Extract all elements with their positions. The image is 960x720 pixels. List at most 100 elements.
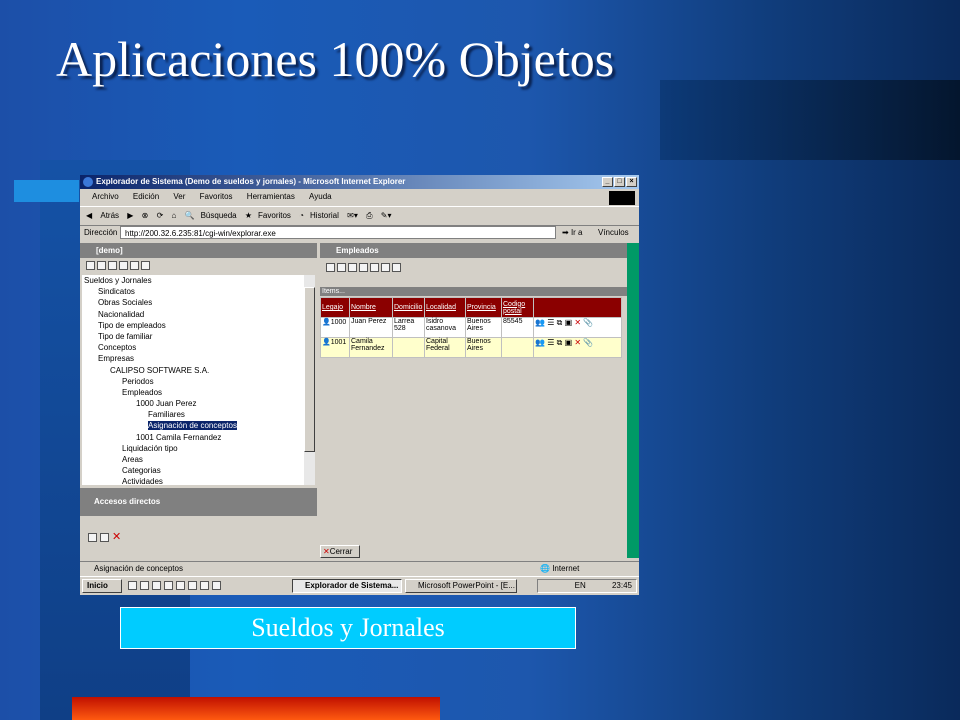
search-icon[interactable] (119, 261, 128, 270)
tree-node-selected[interactable]: Asignación de conceptos (148, 421, 237, 431)
refresh-icon[interactable]: ⟳ (157, 211, 164, 220)
app-launch-icon[interactable] (212, 581, 221, 590)
new-icon[interactable] (100, 533, 109, 542)
tree-node[interactable]: Actividades (82, 476, 304, 485)
tree-node[interactable]: Sueldos y Jornales (82, 275, 304, 286)
copy-icon[interactable]: ⧉ (557, 318, 563, 327)
menu-ver[interactable]: Ver (173, 192, 185, 201)
app-launch-icon[interactable] (164, 581, 173, 590)
left-arrow-icon[interactable] (326, 263, 335, 272)
app-launch-icon[interactable] (176, 581, 185, 590)
menu-edicion[interactable]: Edición (133, 192, 159, 201)
copy-icon[interactable]: ⧉ (557, 338, 563, 347)
tree-scrollbar[interactable] (304, 275, 315, 485)
col-actions (533, 297, 622, 318)
links-button[interactable]: Vínculos (598, 225, 629, 241)
mail-icon[interactable]: ✉▾ (347, 211, 358, 220)
tree-node[interactable]: Obras Sociales (82, 297, 304, 308)
sparkle-icon[interactable] (348, 263, 357, 272)
app-launch-icon[interactable] (188, 581, 197, 590)
tree-node[interactable]: Liquidación tipo (82, 443, 304, 454)
lang-indicator[interactable]: EN (575, 581, 586, 590)
tree-node[interactable]: Nacionalidad (82, 309, 304, 320)
menu-herramientas[interactable]: Herramientas (247, 192, 295, 201)
delete-icon[interactable]: ✕ (574, 338, 581, 347)
table-row[interactable]: 👤1000 Juan Perez Larrea 528 Isidro casan… (320, 317, 622, 338)
tree-node[interactable]: CALIPSO SOFTWARE S.A. (82, 365, 304, 376)
tree-node[interactable]: Conceptos (82, 342, 304, 353)
right-scroll-strip (627, 243, 639, 558)
address-input[interactable]: http://200.32.6.235:81/cgi-win/explorar.… (120, 226, 556, 239)
tree-node[interactable]: 1000 Juan Perez (82, 398, 304, 409)
folder-icon[interactable] (141, 261, 150, 270)
col-nombre[interactable]: Nombre (349, 297, 393, 318)
cell-nombre: Juan Perez (349, 317, 393, 338)
print-icon[interactable]: ⎙ (366, 211, 372, 220)
desktop-launch-icon[interactable] (152, 581, 161, 590)
outlook-launch-icon[interactable] (140, 581, 149, 590)
family-icon[interactable]: 👥 (535, 338, 545, 347)
open-icon[interactable]: ▣ (565, 338, 573, 347)
table-row[interactable]: 👤1001 Camila Fernandez Capital Federal B… (320, 337, 622, 358)
forward-button[interactable]: ▶ (127, 211, 133, 220)
attach-icon[interactable]: 📎 (583, 318, 593, 327)
close-button[interactable]: × (626, 177, 637, 187)
open-icon[interactable] (88, 533, 97, 542)
list-icon[interactable]: ☰ (547, 338, 554, 347)
window-icon[interactable] (130, 261, 139, 270)
col-legajo[interactable]: Legajo (320, 297, 350, 318)
go-label: Ir a (570, 228, 583, 237)
tree-node[interactable]: Tipo de empleados (82, 320, 304, 331)
delete-icon[interactable]: ✕ (574, 318, 581, 327)
tree-node[interactable]: Familiares (82, 409, 304, 420)
start-button[interactable]: Inicio (82, 579, 122, 593)
maximize-button[interactable]: □ (614, 177, 625, 187)
close-pane-button[interactable]: ✕Cerrar (320, 545, 360, 558)
back-button[interactable]: ◀ Atrás (86, 211, 119, 220)
open-icon[interactable]: ▣ (565, 318, 573, 327)
home-icon[interactable] (108, 261, 117, 270)
cell-domicilio: Larrea 528 (392, 317, 425, 338)
menu-ayuda[interactable]: Ayuda (309, 192, 332, 201)
menu-favoritos[interactable]: Favoritos (200, 192, 233, 201)
tree-node[interactable]: Areas (82, 454, 304, 465)
minimize-button[interactable]: _ (602, 177, 613, 187)
stop-icon[interactable]: ⊗ (142, 211, 149, 220)
right-arrow-icon[interactable] (337, 263, 346, 272)
scrollbar-thumb[interactable] (304, 287, 315, 452)
tree-node[interactable]: Tipo de familiar (82, 331, 304, 342)
list-icon[interactable]: ☰ (547, 318, 554, 327)
attach-icon[interactable]: 📎 (583, 338, 593, 347)
search-button[interactable]: 🔍 Búsqueda (185, 211, 237, 220)
tree-node[interactable]: Empresas (82, 353, 304, 364)
col-localidad[interactable]: Localidad (424, 297, 466, 318)
app-launch-icon[interactable] (200, 581, 209, 590)
tree-node[interactable]: Periodos (82, 376, 304, 387)
go-button[interactable]: ➡ Ir a (562, 225, 583, 241)
new-icon[interactable] (97, 261, 106, 270)
decor-band-top (660, 80, 960, 160)
window-icon[interactable] (392, 263, 401, 272)
tree-node[interactable]: Sindicatos (82, 286, 304, 297)
navigation-tree: Sueldos y Jornales Sindicatos Obras Soci… (82, 275, 304, 485)
home-icon[interactable]: ⌂ (172, 211, 177, 220)
history-button[interactable]: ◔ Historial (299, 211, 339, 220)
task-powerpoint[interactable]: Microsoft PowerPoint - [E... (405, 579, 517, 593)
favorites-button[interactable]: ★ Favoritos (245, 211, 291, 220)
delete-icon[interactable]: ✕ (112, 532, 121, 543)
col-domicilio[interactable]: Domicilio (392, 297, 425, 318)
edit-icon[interactable]: ✎▾ (381, 211, 392, 220)
col-codigo-postal[interactable]: Codigo postal (501, 297, 534, 318)
ie-launch-icon[interactable] (128, 581, 137, 590)
help-icon[interactable] (86, 261, 95, 270)
tree-node[interactable]: Categorias (82, 465, 304, 476)
search-icon[interactable] (359, 263, 368, 272)
tree-node[interactable]: Empleados (82, 387, 304, 398)
family-icon[interactable]: 👥 (535, 318, 545, 327)
tree-node[interactable]: 1001 Camila Fernandez (82, 432, 304, 443)
edit-icon[interactable] (370, 263, 379, 272)
task-explorer[interactable]: Explorador de Sistema... (292, 579, 402, 593)
menu-archivo[interactable]: Archivo (92, 192, 119, 201)
chart-icon[interactable] (381, 263, 390, 272)
col-provincia[interactable]: Provincia (465, 297, 502, 318)
